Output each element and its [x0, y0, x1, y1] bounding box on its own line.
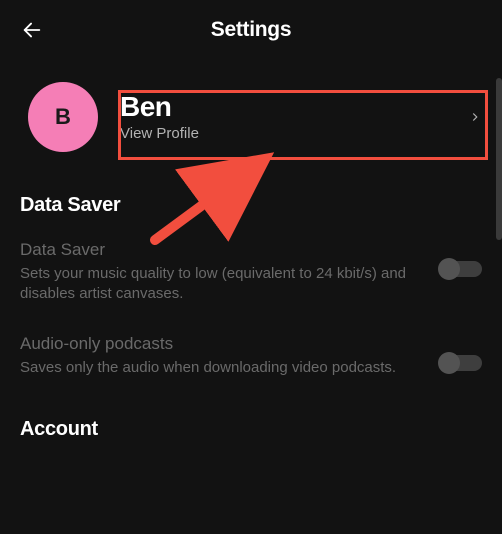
setting-row-data-saver: Data Saver Sets your music quality to lo…	[0, 225, 502, 319]
header-bar: Settings	[0, 0, 502, 54]
section-title-data-saver: Data Saver	[0, 174, 502, 225]
toggle-thumb	[438, 352, 460, 374]
profile-row[interactable]: B Ben View Profile	[0, 54, 502, 174]
section-title-account: Account	[0, 392, 502, 449]
setting-desc: Sets your music quality to low (equivale…	[20, 264, 424, 305]
setting-row-audio-only: Audio-only podcasts Saves only the audio…	[0, 319, 502, 392]
toggle-audio-only[interactable]	[440, 355, 482, 371]
chevron-right-icon	[468, 110, 482, 124]
avatar: B	[28, 82, 98, 152]
profile-name: Ben	[120, 92, 468, 123]
toggle-data-saver[interactable]	[440, 261, 482, 277]
back-arrow-icon[interactable]	[20, 18, 44, 42]
avatar-initial: B	[55, 104, 71, 130]
setting-text: Audio-only podcasts Saves only the audio…	[20, 333, 440, 378]
setting-desc: Saves only the audio when downloading vi…	[20, 358, 424, 378]
setting-text: Data Saver Sets your music quality to lo…	[20, 239, 440, 305]
scrollbar[interactable]	[496, 78, 502, 240]
setting-label: Audio-only podcasts	[20, 333, 424, 355]
toggle-thumb	[438, 258, 460, 280]
profile-subtitle: View Profile	[120, 125, 468, 142]
setting-label: Data Saver	[20, 239, 424, 261]
page-title: Settings	[211, 18, 291, 42]
profile-text: Ben View Profile	[120, 92, 468, 142]
